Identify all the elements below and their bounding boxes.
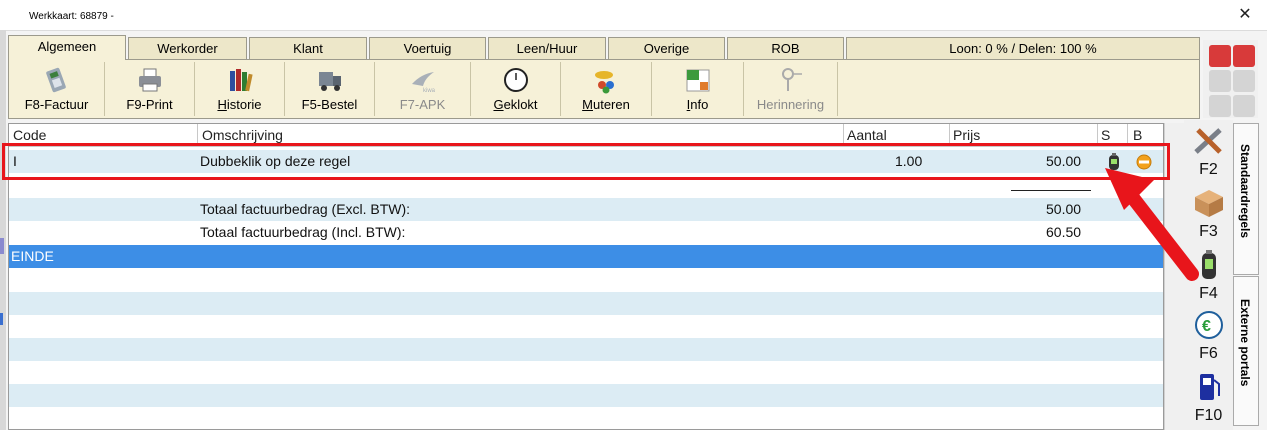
- tab-strip: Algemeen Werkorder Klant Voertuig Leen/H…: [8, 35, 1200, 60]
- totals-row-incl: Totaal factuurbedrag (Incl. BTW): 60.50: [9, 221, 1163, 244]
- f10-label: F10: [1194, 407, 1223, 424]
- toolbar: F8-Factuur F9-Print Historie F5-Bestel k…: [8, 59, 1200, 119]
- info-button[interactable]: Info: [652, 62, 744, 116]
- header-prijs: Prijs: [953, 127, 981, 143]
- wrench-alt-gray-icon[interactable]: [1233, 70, 1255, 92]
- total-incl-value: 60.50: [1046, 224, 1082, 240]
- tab-rob[interactable]: ROB: [727, 37, 844, 59]
- historie-label: Historie: [217, 97, 262, 112]
- tab-algemeen[interactable]: Algemeen: [8, 35, 126, 60]
- highlight-box: [2, 143, 1170, 180]
- print-button[interactable]: F9-Print: [105, 62, 195, 116]
- close-icon[interactable]: ✕: [1232, 4, 1258, 26]
- svg-text:€: €: [1202, 318, 1211, 335]
- annotation-arrow-icon: [1105, 168, 1199, 281]
- total-incl-label: Totaal factuurbedrag (Incl. BTW):: [200, 224, 406, 240]
- f3-label: F3: [1199, 223, 1218, 240]
- eraser-red-icon[interactable]: [1233, 45, 1255, 67]
- f2-label: F2: [1199, 161, 1218, 178]
- total-separator: [1011, 190, 1091, 191]
- eraser-gray-icon[interactable]: [1233, 95, 1255, 117]
- vertical-tab-label: Externe portals: [1238, 299, 1252, 387]
- tab-overige[interactable]: Overige: [608, 37, 725, 59]
- tools-icon: [1193, 128, 1222, 154]
- bell-gray-icon[interactable]: [1209, 95, 1231, 117]
- pin-icon: [781, 68, 802, 91]
- quick-actions: [1203, 40, 1258, 118]
- clock-icon: [503, 68, 528, 92]
- books-icon: [229, 69, 253, 92]
- apk-button[interactable]: kiwa F7-APK: [375, 62, 471, 116]
- header-omschrijving: Omschrijving: [202, 127, 283, 143]
- end-label: EINDE: [11, 248, 54, 264]
- vertical-tab-label: Standaardregels: [1238, 144, 1252, 239]
- left-edge-marker: [0, 313, 3, 325]
- left-edge-marker: [0, 238, 4, 254]
- tab-werkorder[interactable]: Werkorder: [128, 37, 247, 59]
- total-excl-label: Totaal factuurbedrag (Excl. BTW):: [200, 201, 411, 217]
- header-code: Code: [13, 127, 47, 143]
- werkkaart-window: Werkkaart: 68879 - ✕ Algemeen Werkorder …: [0, 0, 1267, 430]
- geklokt-button[interactable]: Geklokt: [471, 62, 561, 116]
- wrench-gray-icon[interactable]: [1209, 70, 1231, 92]
- f4-label: F4: [1199, 285, 1218, 302]
- muteren-button[interactable]: Muteren: [561, 62, 652, 116]
- left-edge: [0, 30, 6, 430]
- empty-row: [9, 384, 1163, 407]
- header-b: B: [1133, 127, 1143, 143]
- svg-text:kiwa: kiwa: [423, 88, 436, 94]
- header-aantal: Aantal: [847, 127, 887, 143]
- apk-logo-icon: kiwa: [411, 72, 436, 94]
- title-bar: Werkkaart: 68879 - ✕: [0, 0, 1267, 31]
- factuur-label: F8-Factuur: [24, 97, 89, 112]
- calendar-info-icon: [686, 69, 709, 92]
- bestel-button[interactable]: F5-Bestel: [285, 62, 375, 116]
- hammer-red-icon[interactable]: [1209, 45, 1231, 67]
- f6-label: F6: [1199, 345, 1218, 362]
- herinnering-label: Herinnering: [756, 97, 825, 112]
- apk-label: F7-APK: [399, 97, 446, 112]
- bestel-label: F5-Bestel: [301, 97, 358, 112]
- historie-button[interactable]: Historie: [195, 62, 285, 116]
- total-excl-value: 50.00: [1046, 201, 1082, 217]
- truck-icon: [318, 72, 341, 91]
- tab-externe-portals[interactable]: Externe portals: [1233, 276, 1259, 426]
- info-label: Info: [686, 97, 709, 112]
- status-label: Loon: 0 % / Delen: 100 %: [846, 37, 1200, 59]
- f10-button[interactable]: F10: [1184, 372, 1233, 425]
- euro-circle-icon: €: [1194, 311, 1223, 339]
- end-row[interactable]: EINDE: [9, 245, 1163, 268]
- empty-row: [9, 338, 1163, 361]
- totals-row-excl: Totaal factuurbedrag (Excl. BTW): 50.00: [9, 198, 1163, 221]
- header-s: S: [1101, 127, 1111, 143]
- tab-klant[interactable]: Klant: [249, 37, 367, 59]
- geklokt-label: Geklokt: [493, 97, 538, 112]
- fuel-pump-icon: [1199, 374, 1220, 400]
- tab-voertuig[interactable]: Voertuig: [369, 37, 486, 59]
- empty-row: [9, 292, 1163, 315]
- payment-terminal-icon: [45, 67, 66, 93]
- print-label: F9-Print: [126, 97, 173, 112]
- tab-leen-huur[interactable]: Leen/Huur: [488, 37, 606, 59]
- car-people-icon: [595, 71, 614, 94]
- muteren-label: Muteren: [582, 97, 630, 112]
- f6-button[interactable]: € F6: [1184, 310, 1233, 363]
- factuur-button[interactable]: F8-Factuur: [9, 62, 105, 116]
- window-title: Werkkaart: 68879 -: [29, 11, 114, 22]
- herinnering-button[interactable]: Herinnering: [744, 62, 838, 116]
- tab-standaardregels[interactable]: Standaardregels: [1233, 123, 1259, 275]
- printer-icon: [138, 68, 161, 92]
